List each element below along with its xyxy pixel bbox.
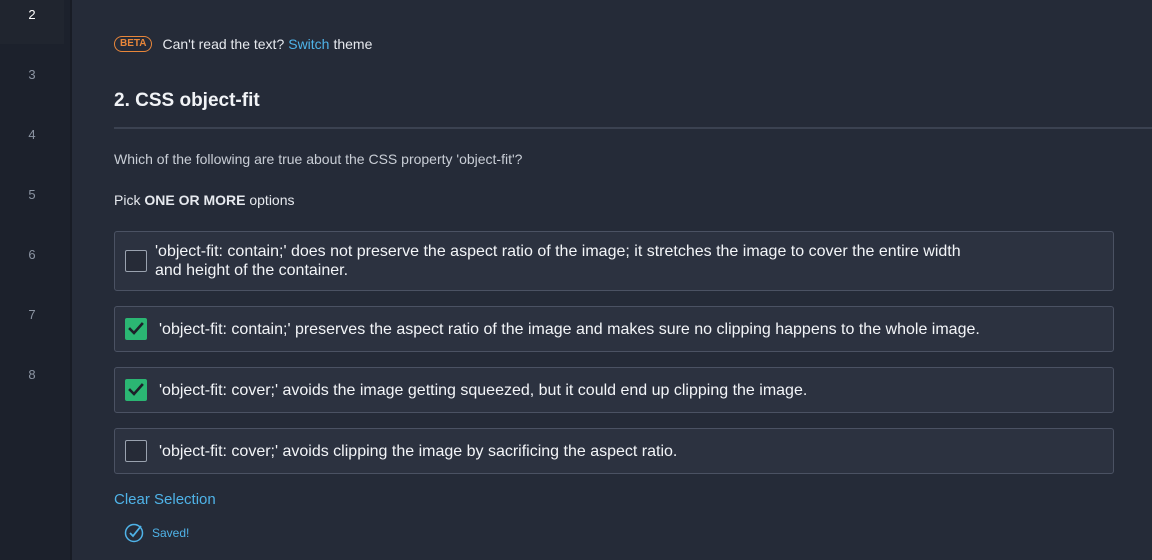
answer-option-4[interactable]: 'object-fit: cover;' avoids clipping the…	[114, 428, 1114, 474]
question-nav-item[interactable]: 7	[0, 300, 64, 344]
clear-selection-link[interactable]: Clear Selection	[114, 491, 216, 508]
answer-option-2[interactable]: 'object-fit: contain;' preserves the asp…	[114, 306, 1114, 352]
theme-banner: BETA Can't read the text? Switch theme	[114, 34, 372, 54]
option-1-text: 'object-fit: contain;' does not preserve…	[155, 242, 961, 280]
answer-option-3[interactable]: 'object-fit: cover;' avoids the image ge…	[114, 367, 1114, 413]
option-1-line-1: 'object-fit: contain;' does not preserve…	[155, 243, 961, 260]
beta-badge: BETA	[114, 36, 153, 52]
saved-label: Saved!	[152, 526, 190, 540]
question-nav-item-current[interactable]: 2	[0, 0, 64, 44]
pick-suffix: options	[249, 192, 295, 208]
question-nav-item[interactable]: 8	[0, 360, 64, 404]
pick-prefix: Pick	[114, 192, 141, 208]
question-nav-item[interactable]: 4	[0, 120, 64, 164]
option-4-text: 'object-fit: cover;' avoids clipping the…	[159, 443, 678, 460]
option-3-checkbox[interactable]	[125, 379, 147, 401]
option-1-line-2: and height of the container.	[155, 262, 349, 279]
checkmark-icon	[128, 383, 144, 396]
saved-status: Saved!	[124, 523, 189, 543]
option-2-checkbox[interactable]	[125, 318, 147, 340]
pick-emphasis: ONE OR MORE	[144, 192, 246, 208]
question-prompt: Which of the following are true about th…	[114, 151, 523, 167]
option-3-text: 'object-fit: cover;' avoids the image ge…	[159, 382, 808, 399]
answer-option-1[interactable]: 'object-fit: contain;' does not preserve…	[114, 231, 1114, 291]
question-nav-item[interactable]: 5	[0, 180, 64, 224]
banner-text-before: Can't read the text?	[162, 36, 285, 52]
checkmark-icon	[128, 322, 144, 335]
option-2-text: 'object-fit: contain;' preserves the asp…	[159, 321, 980, 338]
question-nav-item[interactable]: 6	[0, 240, 64, 284]
option-1-checkbox[interactable]	[125, 250, 147, 272]
pick-instruction: Pick ONE OR MORE options	[114, 192, 295, 208]
question-nav-item[interactable]: 3	[0, 60, 64, 104]
question-sidebar: 2 3 4 5 6 7 8	[0, 0, 72, 560]
option-4-checkbox[interactable]	[125, 440, 147, 462]
switch-theme-link[interactable]: Switch	[288, 36, 329, 52]
saved-check-icon	[124, 523, 144, 543]
banner-text-after: theme	[333, 36, 373, 52]
question-title: 2. CSS object-fit	[114, 90, 260, 111]
title-divider	[114, 127, 1152, 129]
